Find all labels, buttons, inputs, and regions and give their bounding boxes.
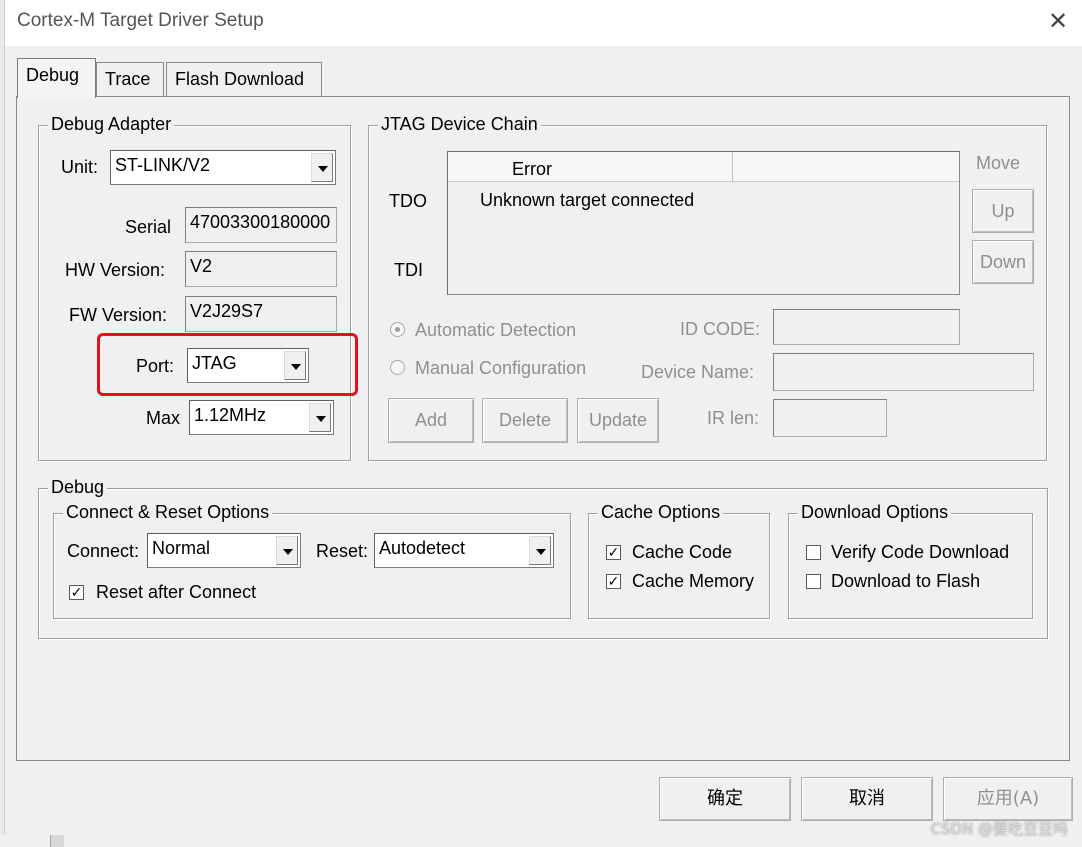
move-down-button[interactable]: Down bbox=[972, 240, 1034, 284]
max-clock-label: Max bbox=[146, 408, 181, 428]
taskbar-edge bbox=[0, 835, 1082, 847]
reset-select[interactable]: Autodetect bbox=[374, 533, 554, 568]
move-up-button[interactable]: Up bbox=[972, 189, 1034, 233]
reset-value: Autodetect bbox=[379, 538, 466, 558]
connect-reset-legend: Connect & Reset Options bbox=[63, 502, 273, 523]
download-to-flash-label: Download to Flash bbox=[831, 571, 981, 591]
move-label: Move bbox=[976, 153, 1021, 173]
max-clock-select[interactable]: 1.12MHz bbox=[189, 400, 334, 435]
apply-button[interactable]: 应用(A) bbox=[943, 777, 1073, 821]
max-clock-value: 1.12MHz bbox=[194, 405, 267, 425]
cache-code-checkbox[interactable]: ✓ bbox=[606, 545, 621, 560]
download-options-group bbox=[788, 513, 1033, 619]
download-options-legend: Download Options bbox=[798, 502, 952, 523]
unit-value: ST-LINK/V2 bbox=[115, 155, 211, 175]
cache-options-group bbox=[588, 513, 770, 619]
cache-options-legend: Cache Options bbox=[598, 502, 724, 523]
download-to-flash-checkbox[interactable] bbox=[806, 574, 821, 589]
device-name-field[interactable] bbox=[773, 353, 1034, 391]
fw-version-field: V2J29S7 bbox=[185, 296, 337, 332]
id-code-field[interactable] bbox=[773, 309, 960, 345]
jtag-device-chain-legend: JTAG Device Chain bbox=[378, 114, 541, 135]
csdn-watermark: CSDN @要吃豆豆吗 bbox=[930, 820, 1068, 838]
automatic-detection-label: Automatic Detection bbox=[415, 320, 577, 340]
debug-legend: Debug bbox=[48, 477, 108, 498]
ir-len-field[interactable] bbox=[773, 399, 887, 437]
unit-label: Unit: bbox=[61, 157, 99, 177]
list-header: Error bbox=[448, 152, 959, 182]
automatic-detection-radio[interactable] bbox=[390, 322, 405, 337]
close-icon[interactable]: ✕ bbox=[1044, 8, 1072, 36]
reset-after-connect-checkbox[interactable]: ✓ bbox=[69, 585, 84, 600]
reset-after-connect-label: Reset after Connect bbox=[96, 582, 257, 602]
list-item[interactable]: Unknown target connected bbox=[480, 190, 694, 211]
manual-configuration-label: Manual Configuration bbox=[415, 358, 587, 378]
connect-value: Normal bbox=[152, 538, 211, 558]
serial-field: 47003300180000 bbox=[185, 207, 337, 243]
update-button[interactable]: Update bbox=[577, 398, 659, 443]
column-header-error-label: Error bbox=[512, 159, 552, 179]
scrollbar-fragment bbox=[50, 835, 64, 847]
column-header-error[interactable]: Error bbox=[448, 152, 733, 182]
hw-version-field: V2 bbox=[185, 251, 337, 287]
tab-debug[interactable]: Debug bbox=[17, 58, 96, 98]
add-button[interactable]: Add bbox=[388, 398, 474, 443]
id-code-label: ID CODE: bbox=[680, 319, 761, 339]
cache-code-label: Cache Code bbox=[632, 542, 733, 562]
chevron-down-icon[interactable] bbox=[276, 536, 298, 565]
chevron-down-icon[interactable] bbox=[529, 536, 551, 565]
verify-code-download-checkbox[interactable] bbox=[806, 545, 821, 560]
ok-button[interactable]: 确定 bbox=[659, 777, 791, 821]
unit-select[interactable]: ST-LINK/V2 bbox=[110, 150, 336, 185]
manual-configuration-radio[interactable] bbox=[390, 360, 405, 375]
reset-label: Reset: bbox=[316, 541, 369, 561]
cancel-button[interactable]: 取消 bbox=[801, 777, 933, 821]
jtag-device-list[interactable]: Error Unknown target connected bbox=[447, 151, 960, 295]
delete-button[interactable]: Delete bbox=[482, 398, 568, 443]
verify-code-download-label: Verify Code Download bbox=[831, 542, 1010, 562]
ir-len-label: IR len: bbox=[707, 408, 760, 428]
cache-memory-checkbox[interactable]: ✓ bbox=[606, 574, 621, 589]
tab-trace[interactable]: Trace bbox=[96, 62, 164, 96]
chevron-down-icon[interactable] bbox=[309, 403, 331, 432]
window-title: Cortex-M Target Driver Setup bbox=[17, 10, 264, 31]
debug-adapter-legend: Debug Adapter bbox=[48, 114, 175, 135]
serial-label: Serial bbox=[125, 217, 172, 237]
fw-version-label: FW Version: bbox=[69, 305, 168, 325]
connect-label: Connect: bbox=[67, 541, 140, 561]
chevron-down-icon[interactable] bbox=[311, 153, 333, 182]
cache-memory-label: Cache Memory bbox=[632, 571, 755, 591]
tdo-label: TDO bbox=[389, 191, 427, 211]
tab-flash-download[interactable]: Flash Download bbox=[166, 62, 322, 96]
connect-select[interactable]: Normal bbox=[147, 533, 301, 568]
device-name-label: Device Name: bbox=[641, 362, 755, 382]
port-highlight-box bbox=[97, 333, 358, 396]
tdi-label: TDI bbox=[394, 260, 423, 280]
hw-version-label: HW Version: bbox=[65, 260, 166, 280]
